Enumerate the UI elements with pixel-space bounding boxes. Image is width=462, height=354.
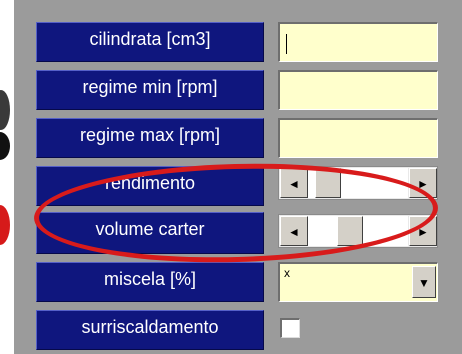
rendimento-scrollbar[interactable]: ◄ ► <box>278 166 438 200</box>
miscela-label: miscela [%] <box>36 262 264 302</box>
partial-icon <box>0 205 10 245</box>
regime-max-input[interactable] <box>278 118 438 158</box>
regime-min-label: regime min [rpm] <box>36 70 264 110</box>
scroll-left-button[interactable]: ◄ <box>280 216 308 246</box>
cilindrata-label: cilindrata [cm3] <box>36 22 264 62</box>
left-edge-strip <box>0 0 14 354</box>
scroll-right-button[interactable]: ► <box>409 168 437 198</box>
surriscaldamento-checkbox[interactable] <box>280 318 300 338</box>
partial-icon <box>0 132 10 160</box>
scroll-thumb[interactable] <box>337 216 363 246</box>
rendimento-label: rendimento <box>36 166 264 206</box>
dropdown-arrow-icon[interactable]: ▼ <box>412 266 436 298</box>
surriscaldamento-label: surriscaldamento <box>36 310 264 350</box>
text-caret <box>286 34 287 54</box>
miscela-select[interactable]: x ▼ <box>278 262 438 302</box>
volume-carter-label: volume carter <box>36 212 264 254</box>
scroll-left-button[interactable]: ◄ <box>280 168 308 198</box>
scroll-right-button[interactable]: ► <box>409 216 437 246</box>
partial-icon <box>0 90 10 130</box>
regime-max-label: regime max [rpm] <box>36 118 264 158</box>
miscela-value: x <box>284 266 290 280</box>
volume-carter-scrollbar[interactable]: ◄ ► <box>278 214 438 248</box>
cilindrata-input[interactable] <box>278 22 438 62</box>
scroll-thumb[interactable] <box>315 168 341 198</box>
regime-min-input[interactable] <box>278 70 438 110</box>
